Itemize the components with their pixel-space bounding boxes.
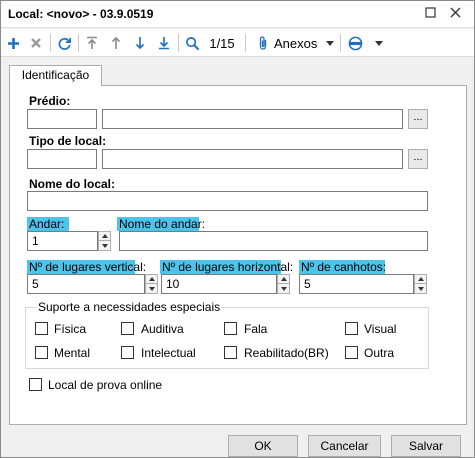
building-lookup-button[interactable]: ... [408, 109, 428, 129]
location-type-name-input[interactable] [102, 149, 403, 169]
spin-up-icon[interactable] [145, 274, 158, 284]
last-record-icon[interactable] [155, 32, 173, 54]
toolbar-separator [78, 34, 79, 52]
spin-up-icon[interactable] [277, 274, 290, 284]
floor-label: Andar: [27, 217, 69, 231]
cancel-button[interactable]: Cancelar [308, 435, 381, 457]
window-title: Local: <novo> - 03.9.0519 [8, 7, 154, 21]
online-exam-label: Local de prova online [48, 378, 163, 392]
special-needs-title: Suporte a necessidades especiais [36, 300, 223, 314]
toolbar-separator [178, 34, 179, 52]
delete-icon[interactable] [27, 32, 45, 54]
add-icon[interactable] [4, 32, 22, 54]
title-bar: Local: <novo> - 03.9.0519 [1, 1, 474, 28]
spin-down-icon[interactable] [145, 284, 158, 294]
refresh-icon[interactable] [54, 32, 74, 54]
location-type-label: Tipo de local: [29, 134, 107, 148]
horizontal-places-stepper[interactable] [277, 274, 290, 294]
checkbox-reabilitado[interactable] [224, 346, 237, 359]
building-label: Prédio: [29, 94, 71, 108]
online-exam-checkbox[interactable] [29, 378, 42, 391]
checkbox-outra-label: Outra [364, 346, 395, 360]
checkbox-intelectual[interactable] [121, 346, 134, 359]
first-record-icon[interactable] [83, 32, 101, 54]
checkbox-reabilitado-label: Reabilitado(BR) [244, 346, 329, 360]
toolbar-separator [340, 34, 341, 52]
floor-stepper[interactable] [98, 231, 111, 251]
page-indicator: 1/15 [209, 35, 235, 51]
horizontal-places-label: Nº de lugares horizontal: [160, 260, 294, 274]
checkbox-visual[interactable] [345, 322, 358, 335]
next-record-icon[interactable] [131, 32, 149, 54]
floor-name-label: Nome do andar: [117, 217, 206, 231]
location-name-input[interactable] [27, 191, 428, 211]
left-handed-input[interactable]: 5 [299, 274, 414, 294]
checkbox-mental[interactable] [35, 346, 48, 359]
checkbox-auditiva[interactable] [121, 322, 134, 335]
checkbox-fisica-label: Física [54, 322, 87, 336]
save-button[interactable]: Salvar [391, 435, 461, 457]
checkbox-fala-label: Fala [244, 322, 268, 336]
dialog-window: Local: <novo> - 03.9.0519 1/15 Anexos Id… [0, 0, 475, 458]
maximize-icon[interactable] [419, 4, 441, 24]
checkbox-intelectual-label: Intelectual [141, 346, 196, 360]
search-icon[interactable] [182, 32, 202, 54]
close-icon[interactable] [444, 4, 466, 24]
checkbox-mental-label: Mental [54, 346, 91, 360]
building-name-input[interactable] [102, 109, 403, 129]
checkbox-fala[interactable] [224, 322, 237, 335]
paperclip-icon[interactable] [254, 32, 272, 54]
options-dropdown-icon[interactable] [373, 32, 385, 54]
spin-up-icon[interactable] [98, 231, 111, 241]
vertical-places-input[interactable]: 5 [27, 274, 145, 294]
ok-button[interactable]: OK [228, 435, 298, 457]
database-globe-icon[interactable] [345, 32, 365, 54]
spin-down-icon[interactable] [414, 284, 427, 294]
spin-up-icon[interactable] [414, 274, 427, 284]
attachments-button[interactable]: Anexos [274, 32, 322, 54]
checkbox-visual-label: Visual [364, 322, 397, 336]
previous-record-icon[interactable] [107, 32, 125, 54]
tab-identificacao[interactable]: Identificação [9, 65, 102, 86]
floor-name-input[interactable] [119, 231, 428, 251]
horizontal-places-input[interactable]: 10 [161, 274, 277, 294]
building-code-input[interactable] [27, 109, 97, 129]
toolbar: 1/15 Anexos [1, 29, 474, 57]
toolbar-separator [50, 34, 51, 52]
vertical-places-label: Nº de lugares vertical: [27, 260, 147, 274]
checkbox-outra[interactable] [345, 346, 358, 359]
floor-input[interactable]: 1 [27, 231, 98, 251]
checkbox-auditiva-label: Auditiva [141, 322, 184, 336]
left-handed-label: Nº de canhotos: [299, 260, 387, 274]
toolbar-separator [245, 34, 246, 52]
vertical-places-stepper[interactable] [145, 274, 158, 294]
location-type-lookup-button[interactable]: ... [408, 149, 428, 169]
checkbox-fisica[interactable] [35, 322, 48, 335]
spin-down-icon[interactable] [277, 284, 290, 294]
spin-down-icon[interactable] [98, 241, 111, 251]
location-type-code-input[interactable] [27, 149, 97, 169]
left-handed-stepper[interactable] [414, 274, 427, 294]
attachments-dropdown-icon[interactable] [324, 32, 336, 54]
location-name-label: Nome do local: [29, 177, 116, 191]
